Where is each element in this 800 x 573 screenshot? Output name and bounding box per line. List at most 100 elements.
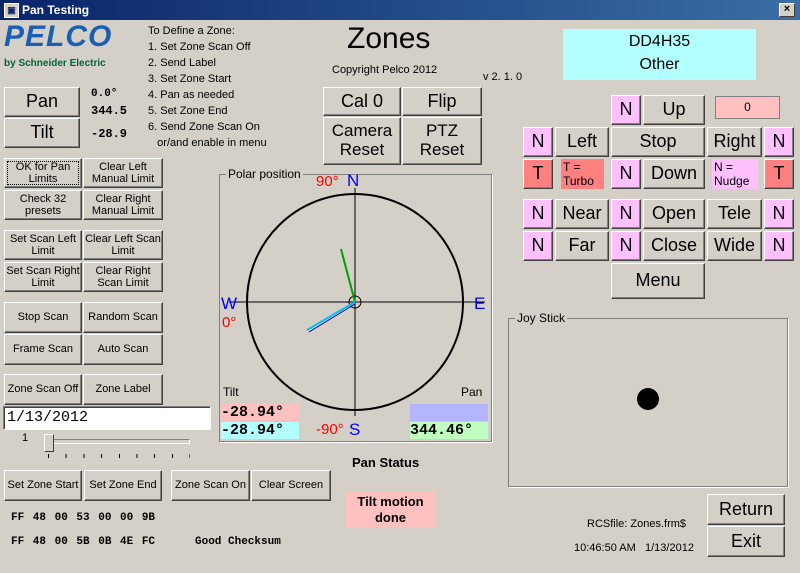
left-button[interactable]: Left [555,127,609,157]
polar-tilt-label: Tilt [223,385,239,399]
logo-sub: by Schneider Electric [4,58,106,69]
ok-pan-limits-button[interactable]: OK for Pan Limits [4,158,82,188]
return-button[interactable]: Return [707,494,785,525]
clear-right-scan-limit-button[interactable]: Clear Right Scan Limit [83,262,163,292]
left-turbo-button[interactable]: T [523,159,553,189]
page-title: Zones [347,22,431,55]
pan-status: Pan Status [352,455,420,470]
instruction-line: 1. Set Zone Scan Off [148,41,251,53]
tilt-value: -28.9 [91,127,128,141]
pan-needle-shadow [308,303,356,333]
slider-track [44,439,190,444]
frame-scan-button[interactable]: Frame Scan [4,334,82,365]
right-turbo-button[interactable]: T [764,159,794,189]
date-field[interactable]: 1/13/2012 [3,406,211,430]
clear-right-manual-limit-button[interactable]: Clear Right Manual Limit [83,190,163,220]
clear-screen-button[interactable]: Clear Screen [251,470,331,501]
slider-thumb[interactable] [44,434,54,452]
zone-scan-on-button[interactable]: Zone Scan On [171,470,250,501]
turbo-legend-text: T = Turbo [563,160,594,188]
instruction-line: or/and enable in menu [148,137,267,149]
set-scan-right-limit-button[interactable]: Set Scan Right Limit [4,262,82,292]
nudge-legend-text: N = Nudge [714,160,750,188]
clear-left-manual-limit-button[interactable]: Clear Left Manual Limit [83,158,163,188]
far-button[interactable]: Far [555,231,609,261]
near-nudge-button[interactable]: N [523,199,553,229]
stop-scan-button[interactable]: Stop Scan [4,302,82,333]
tilt-value-box: -28.94° [221,404,299,421]
wide-button[interactable]: Wide [707,231,762,261]
instruction-line: 6. Send Zone Scan On [148,121,260,133]
close-iris-button[interactable]: Close [643,231,705,261]
left-nudge-button[interactable]: N [523,127,553,157]
pan-button[interactable]: Pan [4,87,80,117]
instruction-line: 4. Pan as needed [148,89,235,101]
instruction-line: 5. Set Zone End [148,105,228,117]
pan-value: 0.0° [91,88,118,100]
speed-counter: 0 [715,96,780,119]
flip-button[interactable]: Flip [402,87,482,116]
zone-scan-off-button[interactable]: Zone Scan Off [4,374,82,405]
tilt-motion-text: Tilt motion done [357,493,424,525]
version: v 2. 1. 0 [483,71,523,83]
auto-scan-button[interactable]: Auto Scan [83,334,163,365]
deg-0-label: 0° [222,314,237,331]
near-button[interactable]: Near [555,199,609,229]
nudge-legend: N = Nudge [712,159,758,189]
close-button[interactable]: × [779,3,795,17]
deg-neg90-label: -90° [316,421,344,438]
right-button[interactable]: Right [707,127,762,157]
random-scan-button[interactable]: Random Scan [83,302,163,333]
pelco-logo: PELCO by Schneider Electric [4,22,120,74]
menu-button[interactable]: Menu [611,263,705,299]
tilt-value-box-2: -28.94° [221,422,299,439]
wide-nudge-button[interactable]: N [764,231,794,261]
open-nudge-button[interactable]: N [611,199,641,229]
down-nudge-button[interactable]: N [611,159,641,189]
title-bar: ▣ Pan Testing × [0,0,800,20]
east-label: E [474,294,486,313]
copyright: Copyright Pelco 2012 [332,64,438,76]
zone-label-button[interactable]: Zone Label [83,374,163,405]
checksum-status: Good Checksum [195,536,281,548]
set-scan-left-limit-button[interactable]: Set Scan Left Limit [4,230,82,260]
instruction-line: To Define a Zone: [148,25,235,37]
exit-button[interactable]: Exit [707,526,785,557]
instruction-line: 3. Set Zone Start [148,73,232,85]
rcsfile-label: RCSfile: Zones.frm$ [587,518,687,530]
polar-dial [229,188,485,416]
up-button[interactable]: Up [643,95,705,125]
clear-left-scan-limit-button[interactable]: Clear Left Scan Limit [83,230,163,260]
stop-button[interactable]: Stop [611,127,705,157]
camera-reset-button[interactable]: Camera Reset [323,117,401,165]
tele-button[interactable]: Tele [707,199,762,229]
joystick-knob[interactable] [637,388,659,410]
right-nudge-button[interactable]: N [764,127,794,157]
status-time: 10:46:50 AM [574,542,636,554]
window-title: Pan Testing [22,3,90,17]
instruction-line: 2. Send Label [148,57,216,69]
south-label: S [349,420,361,439]
instructions: To Define a Zone: 1. Set Zone Scan Off 2… [148,23,267,151]
hex-line-1: FF 48 00 53 00 00 9B [11,512,156,524]
ptz-reset-button[interactable]: PTZ Reset [402,117,482,165]
set-zone-start-button[interactable]: Set Zone Start [4,470,82,501]
open-button[interactable]: Open [643,199,705,229]
joystick-frame[interactable]: Joy Stick [508,311,788,487]
tilt-needle [340,248,356,303]
far-nudge-button[interactable]: N [523,231,553,261]
set-zone-end-button[interactable]: Set Zone End [84,470,162,501]
logo-brand: PELCO [4,20,113,53]
tilt-button[interactable]: Tilt [4,118,80,148]
zone-slider[interactable] [42,434,190,460]
up-nudge-button[interactable]: N [611,95,641,125]
check-presets-button[interactable]: Check 32 presets [4,190,82,220]
device-id: DD4H35 [628,33,691,50]
cal0-button[interactable]: Cal 0 [323,87,401,116]
polar-pan-label: Pan [461,385,483,399]
down-button[interactable]: Down [643,159,705,189]
tele-nudge-button[interactable]: N [764,199,794,229]
close-nudge-button[interactable]: N [611,231,641,261]
slider-label: 1 [22,432,29,444]
west-label: W [221,294,238,313]
